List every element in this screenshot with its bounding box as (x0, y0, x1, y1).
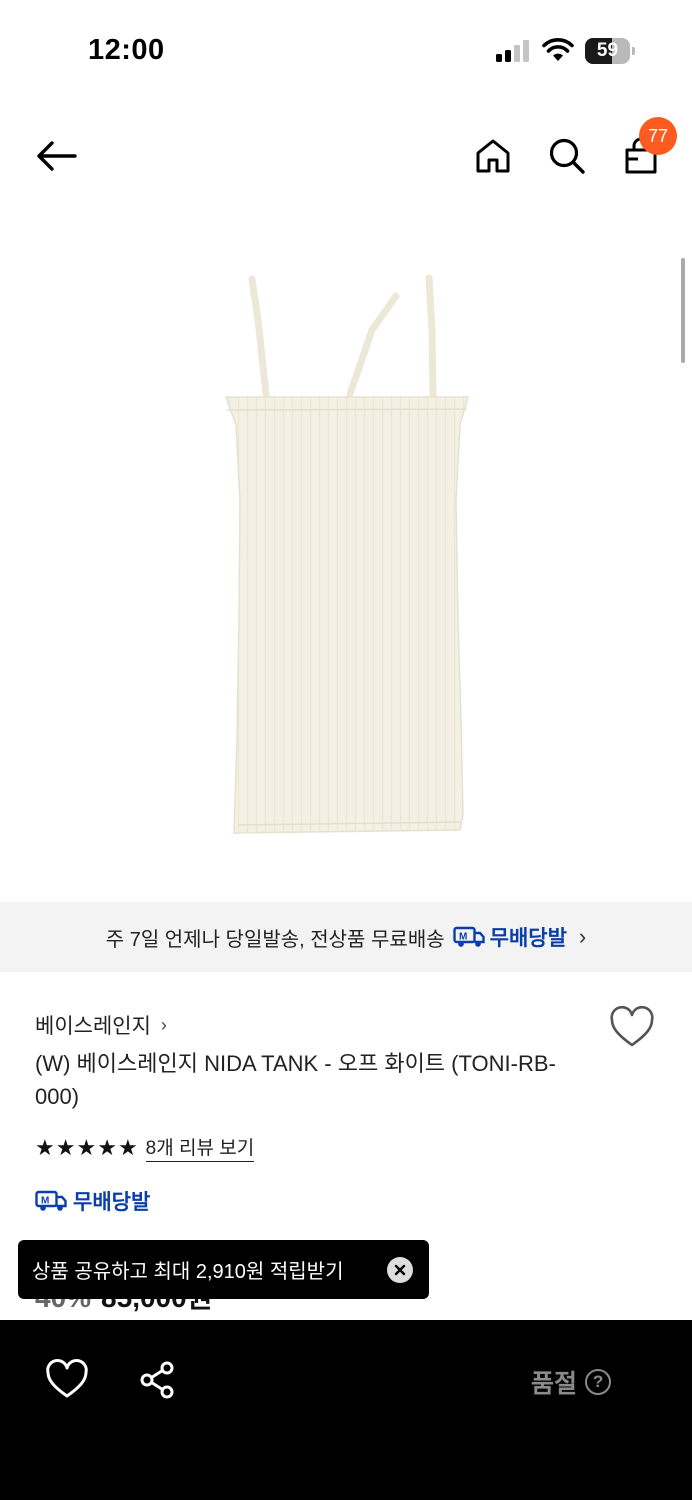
bottom-wishlist-button[interactable] (44, 1358, 90, 1402)
star-icon: ★ (55, 1134, 76, 1160)
search-button[interactable] (543, 132, 591, 180)
status-bar: 12:00 59 (0, 0, 692, 100)
arrow-left-icon (37, 141, 77, 171)
back-button[interactable] (32, 132, 80, 180)
wishlist-button[interactable] (608, 1005, 656, 1051)
free-ship-label: 무배당발 (489, 927, 567, 950)
home-button[interactable] (469, 132, 517, 180)
star-icon: ★ (117, 1134, 138, 1160)
svg-text:M: M (41, 1196, 49, 1207)
star-icon: ★ (76, 1134, 97, 1160)
free-ship-badge: M 무배당발 (35, 1186, 150, 1216)
star-rating: ★ ★ ★ ★ ★ (35, 1135, 138, 1161)
share-button[interactable] (136, 1358, 180, 1402)
search-icon (549, 138, 585, 174)
brand-name: 베이스레인지 (35, 1015, 151, 1038)
top-nav (0, 110, 692, 200)
cellular-signal-icon (496, 40, 529, 62)
product-image[interactable] (0, 200, 692, 902)
sold-out-status: 품절 ? (531, 1364, 612, 1400)
chevron-right-icon: › (578, 924, 587, 949)
battery-indicator: 59 (585, 38, 635, 64)
share-reward-toast[interactable]: 상품 공유하고 최대 2,910원 적립받기 (18, 1240, 429, 1299)
delivery-truck-icon: M (452, 926, 485, 947)
svg-text:M: M (459, 932, 467, 943)
toast-close-button[interactable] (387, 1256, 413, 1283)
toast-message: 상품 공유하고 최대 2,910원 적립받기 (32, 1261, 344, 1283)
brand-link[interactable]: 베이스레인지 › (35, 1010, 167, 1040)
status-time: 12:00 (88, 34, 165, 66)
scrollbar[interactable] (681, 258, 685, 363)
wifi-icon (542, 38, 574, 61)
shipping-banner-text: 주 7일 언제나 당일발송, 전상품 무료배송 (105, 928, 445, 951)
heart-icon (610, 1005, 654, 1047)
star-icon: ★ (35, 1134, 55, 1160)
free-ship-badge-label: 무배당발 (73, 1191, 151, 1214)
share-icon (140, 1361, 174, 1399)
sold-out-label: 품절 (531, 1370, 578, 1398)
star-icon: ★ (97, 1134, 117, 1160)
bottom-action-bar: 품절 ? (0, 1320, 692, 1500)
tank-dress-image (224, 274, 469, 834)
chevron-right-icon: › (160, 1014, 167, 1035)
heart-icon (46, 1358, 88, 1398)
product-title: (W) 베이스레인지 NIDA TANK - 오프 화이트 (TONI-RB-0… (35, 1051, 556, 1109)
delivery-truck-icon: M (35, 1190, 67, 1211)
shipping-banner[interactable]: 주 7일 언제나 당일발송, 전상품 무료배송 M 무배당발 › (0, 902, 692, 972)
review-link[interactable]: 8개 리뷰 보기 (145, 1133, 255, 1162)
help-icon[interactable]: ? (585, 1369, 612, 1395)
close-icon (394, 1264, 406, 1275)
free-ship-logo: M 무배당발 (452, 922, 567, 952)
home-icon (476, 139, 510, 173)
cart-count-badge: 77 (639, 117, 677, 155)
rating-row: ★ ★ ★ ★ ★ 8개 리뷰 보기 (35, 1133, 255, 1162)
battery-level: 59 (596, 40, 619, 61)
